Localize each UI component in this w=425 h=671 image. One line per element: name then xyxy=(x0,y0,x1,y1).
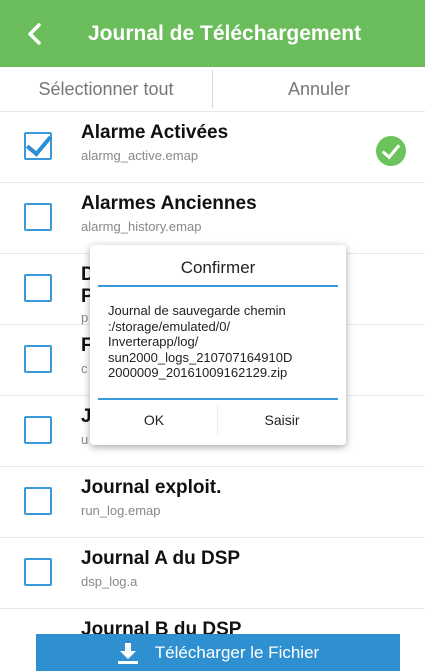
confirm-dialog: Confirmer Journal de sauvegarde chemin :… xyxy=(90,245,346,445)
item-filename: alarmg_active.emap xyxy=(81,148,199,163)
item-filename: alarmg_history.emap xyxy=(81,219,202,234)
item-title: Alarme Activées xyxy=(81,122,229,143)
action-bar: Sélectionner tout Annuler xyxy=(0,67,425,112)
checkbox[interactable] xyxy=(24,203,52,231)
item-filename: u xyxy=(81,432,89,447)
download-icon xyxy=(117,642,138,664)
item-filename: dsp_log.a xyxy=(81,574,138,589)
checkbox-checked[interactable] xyxy=(24,132,52,160)
list-item[interactable]: Alarme Activées alarmg_active.emap xyxy=(0,112,425,183)
item-filename: c xyxy=(81,361,88,376)
list-item[interactable]: Alarmes Anciennes alarmg_history.emap xyxy=(0,183,425,254)
item-title: Journal A du DSP xyxy=(81,548,241,569)
download-file-button[interactable]: Télécharger le Fichier xyxy=(36,634,400,671)
chevron-left-icon xyxy=(28,22,41,45)
dialog-message: Journal de sauvegarde chemin :/storage/e… xyxy=(108,303,293,380)
check-circle-icon xyxy=(376,136,406,166)
checkbox[interactable] xyxy=(24,558,52,586)
dialog-title: Confirmer xyxy=(180,258,256,277)
select-all-button[interactable]: Sélectionner tout xyxy=(0,67,212,112)
download-label: Télécharger le Fichier xyxy=(154,642,320,662)
list-item[interactable]: Journal A du DSP dsp_log.a xyxy=(0,538,425,609)
checkbox[interactable] xyxy=(24,416,52,444)
checkbox[interactable] xyxy=(24,487,52,515)
page-title: Journal de Téléchargement xyxy=(88,21,362,45)
checkbox[interactable] xyxy=(24,345,52,373)
item-title: Alarmes Anciennes xyxy=(81,193,257,214)
title-bar: Journal de Téléchargement xyxy=(0,0,425,67)
dialog-title-divider xyxy=(98,285,338,287)
list-item[interactable]: Journal exploit. run_log.emap xyxy=(0,467,425,538)
back-button[interactable] xyxy=(0,0,68,67)
item-filename: p xyxy=(81,310,89,325)
cancel-button[interactable]: Annuler xyxy=(213,67,425,112)
item-filename: run_log.emap xyxy=(81,503,161,518)
saisir-button[interactable]: Saisir xyxy=(218,402,346,438)
ok-button[interactable]: OK xyxy=(90,402,218,438)
item-title: Journal exploit. xyxy=(81,477,222,498)
dialog-button-divider xyxy=(98,398,338,400)
checkbox[interactable] xyxy=(24,274,52,302)
